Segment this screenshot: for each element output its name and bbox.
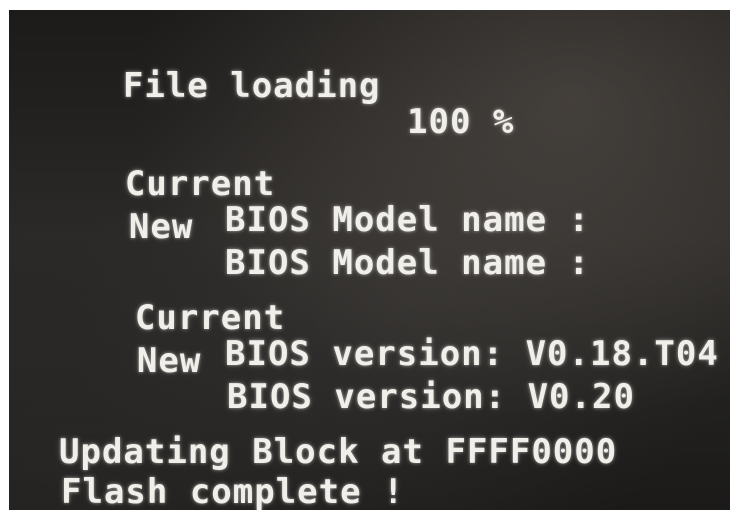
- file-loading-label: File loading: [122, 66, 381, 106]
- file-loading-percent: 100 %: [407, 102, 515, 142]
- new-version-line: New BIOS version: V0.20: [51, 307, 634, 451]
- current-version-text: BIOS version: V0.18.T04: [225, 334, 719, 374]
- current-model-text: BIOS Model name :: [225, 200, 590, 240]
- new-model-prefix: New: [128, 207, 194, 247]
- new-version-text: BIOS version: V0.20: [227, 377, 635, 417]
- new-version-prefix: New: [136, 341, 202, 381]
- updating-block-line: Updating Block at FFFF0000: [59, 432, 618, 472]
- bios-screen: File loading 100 % Current BIOS Model na…: [9, 10, 730, 510]
- flash-complete-line: Flash complete !: [61, 472, 405, 510]
